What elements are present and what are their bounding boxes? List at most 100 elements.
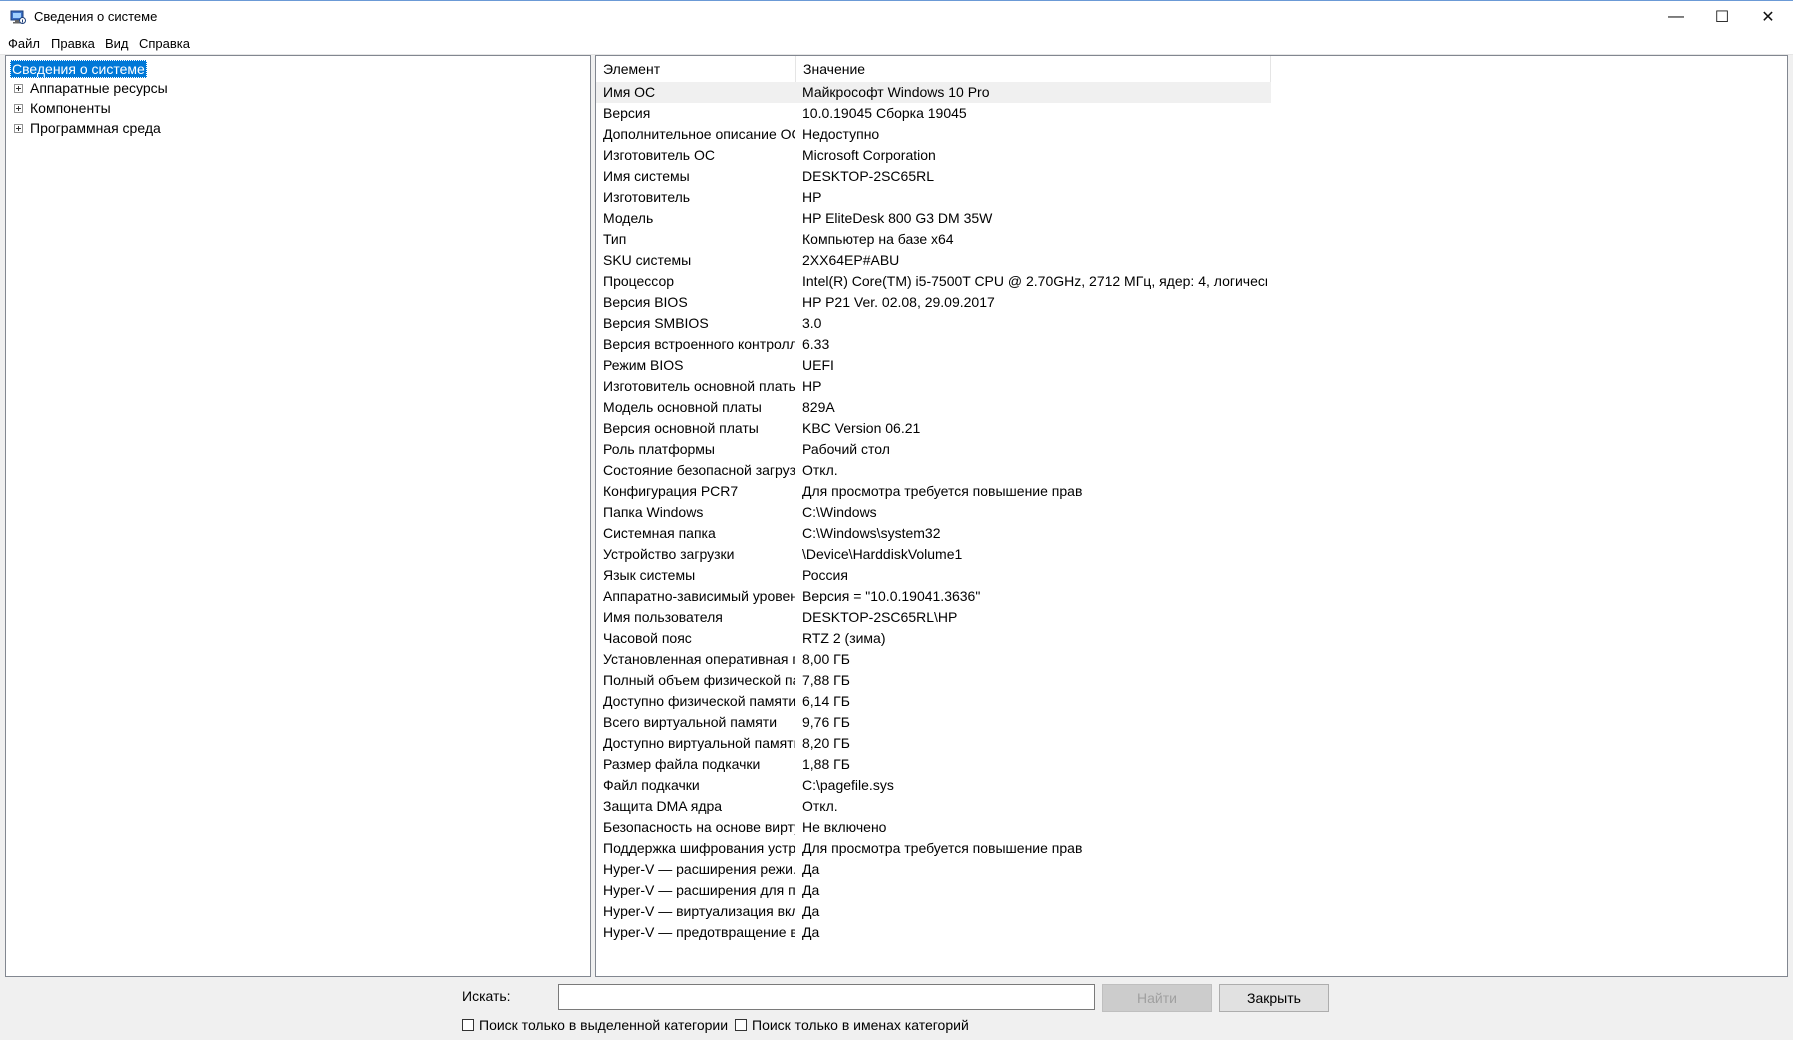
window-title: Сведения о системе [34, 9, 158, 24]
row-value: 9,76 ГБ [802, 714, 850, 730]
checkbox-search-selected[interactable] [462, 1019, 474, 1031]
table-row[interactable]: Размер файла подкачки 1,88 ГБ [596, 754, 1271, 775]
row-value: Майкрософт Windows 10 Pro [802, 84, 990, 100]
table-row[interactable]: Файл подкачки C:\pagefile.sys [596, 775, 1271, 796]
row-item: SKU системы [603, 252, 692, 268]
column-header-value[interactable]: Значение [796, 56, 1270, 82]
table-row[interactable]: Состояние безопасной загруз... Откл. [596, 460, 1271, 481]
table-row[interactable]: Версия встроенного контролл... 6.33 [596, 334, 1271, 355]
category-tree[interactable]: Сведения о системе Аппаратные ресурсы Ко… [5, 55, 591, 977]
minimize-icon: — [1668, 8, 1684, 25]
table-row[interactable]: Поддержка шифрования устр... Для просмотр… [596, 838, 1271, 859]
maximize-button[interactable]: ☐ [1699, 1, 1745, 33]
row-value: HP P21 Ver. 02.08, 29.09.2017 [802, 294, 995, 310]
system-info-icon [10, 10, 26, 24]
close-button[interactable]: Закрыть [1219, 984, 1329, 1012]
find-button[interactable]: Найти [1102, 984, 1212, 1012]
table-row[interactable]: Системная папка C:\Windows\system32 [596, 523, 1271, 544]
close-window-button[interactable]: ✕ [1745, 1, 1791, 33]
row-value: C:\Windows\system32 [802, 525, 941, 541]
tree-item-system-summary[interactable]: Сведения о системе [10, 60, 147, 78]
row-item: Версия SMBIOS [603, 315, 709, 331]
row-item: Часовой пояс [603, 630, 692, 646]
table-row[interactable]: Доступно физической памяти 6,14 ГБ [596, 691, 1271, 712]
list-header: Элемент Значение [596, 56, 1271, 82]
table-row[interactable]: Тип Компьютер на базе x64 [596, 229, 1271, 250]
menu-edit[interactable]: Правка [51, 36, 95, 51]
table-row[interactable]: Установленная оперативная п... 8,00 ГБ [596, 649, 1271, 670]
row-item: Защита DMA ядра [603, 798, 723, 814]
column-divider[interactable] [1270, 56, 1271, 82]
table-row[interactable]: Hyper-V — предотвращение в... Да [596, 922, 1271, 943]
menu-bar: Файл Правка Вид Справка [0, 34, 1793, 55]
row-value: Откл. [802, 462, 838, 478]
row-value: 829A [802, 399, 835, 415]
list-rows: Имя ОС Майкрософт Windows 10 Pro Версия 10.… [596, 82, 1271, 943]
row-value: Microsoft Corporation [802, 147, 936, 163]
expand-plus-icon[interactable] [14, 84, 23, 93]
row-value: 1,88 ГБ [802, 756, 850, 772]
row-item: Имя ОС [603, 84, 656, 100]
table-row[interactable]: Аппаратно-зависимый уровен... Версия = "1… [596, 586, 1271, 607]
checkbox-search-names[interactable] [735, 1019, 747, 1031]
search-input[interactable] [558, 984, 1095, 1010]
menu-help[interactable]: Справка [139, 36, 190, 51]
menu-view[interactable]: Вид [105, 36, 129, 51]
table-row[interactable]: Модель HP EliteDesk 800 G3 DM 35W [596, 208, 1271, 229]
table-row[interactable]: Защита DMA ядра Откл. [596, 796, 1271, 817]
row-item: Hyper-V — виртуализация вкл... [603, 903, 795, 919]
title-bar: Сведения о системе — ☐ ✕ [0, 0, 1793, 34]
row-value: Для просмотра требуется повышение прав [802, 483, 1083, 499]
row-item: Модель [603, 210, 654, 226]
row-item: Hyper-V — расширения режи... [603, 861, 795, 877]
expand-plus-icon[interactable] [14, 104, 23, 113]
table-row[interactable]: Версия основной платы KBC Version 06.21 [596, 418, 1271, 439]
table-row[interactable]: Часовой пояс RTZ 2 (зима) [596, 628, 1271, 649]
menu-file[interactable]: Файл [8, 36, 40, 51]
expand-plus-icon[interactable] [14, 124, 23, 133]
row-value: Россия [802, 567, 848, 583]
row-value: 7,88 ГБ [802, 672, 850, 688]
search-selected-category-option[interactable]: Поиск только в выделенной категории [462, 1016, 728, 1034]
search-category-names-option[interactable]: Поиск только в именах категорий [735, 1016, 969, 1034]
table-row[interactable]: Устройство загрузки \Device\HarddiskVolum… [596, 544, 1271, 565]
table-row[interactable]: Процессор Intel(R) Core(TM) i5-7500T CPU … [596, 271, 1271, 292]
tree-item-label: Программная среда [30, 120, 161, 136]
table-row[interactable]: Hyper-V — виртуализация вкл... Да [596, 901, 1271, 922]
table-row[interactable]: Полный объем физической па... 7,88 ГБ [596, 670, 1271, 691]
table-row[interactable]: Имя системы DESKTOP-2SC65RL [596, 166, 1271, 187]
table-row[interactable]: Роль платформы Рабочий стол [596, 439, 1271, 460]
table-row[interactable]: Имя пользователя DESKTOP-2SC65RL\HP [596, 607, 1271, 628]
table-row[interactable]: Имя ОС Майкрософт Windows 10 Pro [596, 82, 1271, 103]
table-row[interactable]: Модель основной платы 829A [596, 397, 1271, 418]
table-row[interactable]: SKU системы 2XX64EP#ABU [596, 250, 1271, 271]
table-row[interactable]: Изготовитель HP [596, 187, 1271, 208]
table-row[interactable]: Конфигурация PCR7 Для просмотра требуется… [596, 481, 1271, 502]
maximize-icon: ☐ [1714, 9, 1730, 26]
table-row[interactable]: Безопасность на основе вирту... Не включе… [596, 817, 1271, 838]
table-row[interactable]: Режим BIOS UEFI [596, 355, 1271, 376]
table-row[interactable]: Версия SMBIOS 3.0 [596, 313, 1271, 334]
table-row[interactable]: Папка Windows C:\Windows [596, 502, 1271, 523]
table-row[interactable]: Изготовитель ОС Microsoft Corporation [596, 145, 1271, 166]
search-label: Искать: [462, 988, 511, 1004]
row-value: Да [802, 861, 820, 877]
column-header-item[interactable]: Элемент [596, 56, 795, 82]
table-row[interactable]: Hyper-V — расширения для п... Да [596, 880, 1271, 901]
tree-item-label: Компоненты [30, 100, 111, 116]
table-row[interactable]: Изготовитель основной платы HP [596, 376, 1271, 397]
table-row[interactable]: Версия BIOS HP P21 Ver. 02.08, 29.09.2017 [596, 292, 1271, 313]
table-row[interactable]: Доступно виртуальной памяти 8,20 ГБ [596, 733, 1271, 754]
row-item: Папка Windows [603, 504, 704, 520]
table-row[interactable]: Дополнительное описание ОС Недоступно [596, 124, 1271, 145]
minimize-button[interactable]: — [1653, 1, 1699, 33]
tree-item-label: Аппаратные ресурсы [30, 80, 168, 96]
row-value: HP EliteDesk 800 G3 DM 35W [802, 210, 993, 226]
row-value: Да [802, 882, 820, 898]
table-row[interactable]: Язык системы Россия [596, 565, 1271, 586]
table-row[interactable]: Hyper-V — расширения режи... Да [596, 859, 1271, 880]
details-list[interactable]: Элемент Значение Имя ОС Майкрософт Window… [595, 55, 1788, 977]
row-item: Состояние безопасной загруз... [603, 462, 795, 478]
table-row[interactable]: Версия 10.0.19045 Сборка 19045 [596, 103, 1271, 124]
table-row[interactable]: Всего виртуальной памяти 9,76 ГБ [596, 712, 1271, 733]
